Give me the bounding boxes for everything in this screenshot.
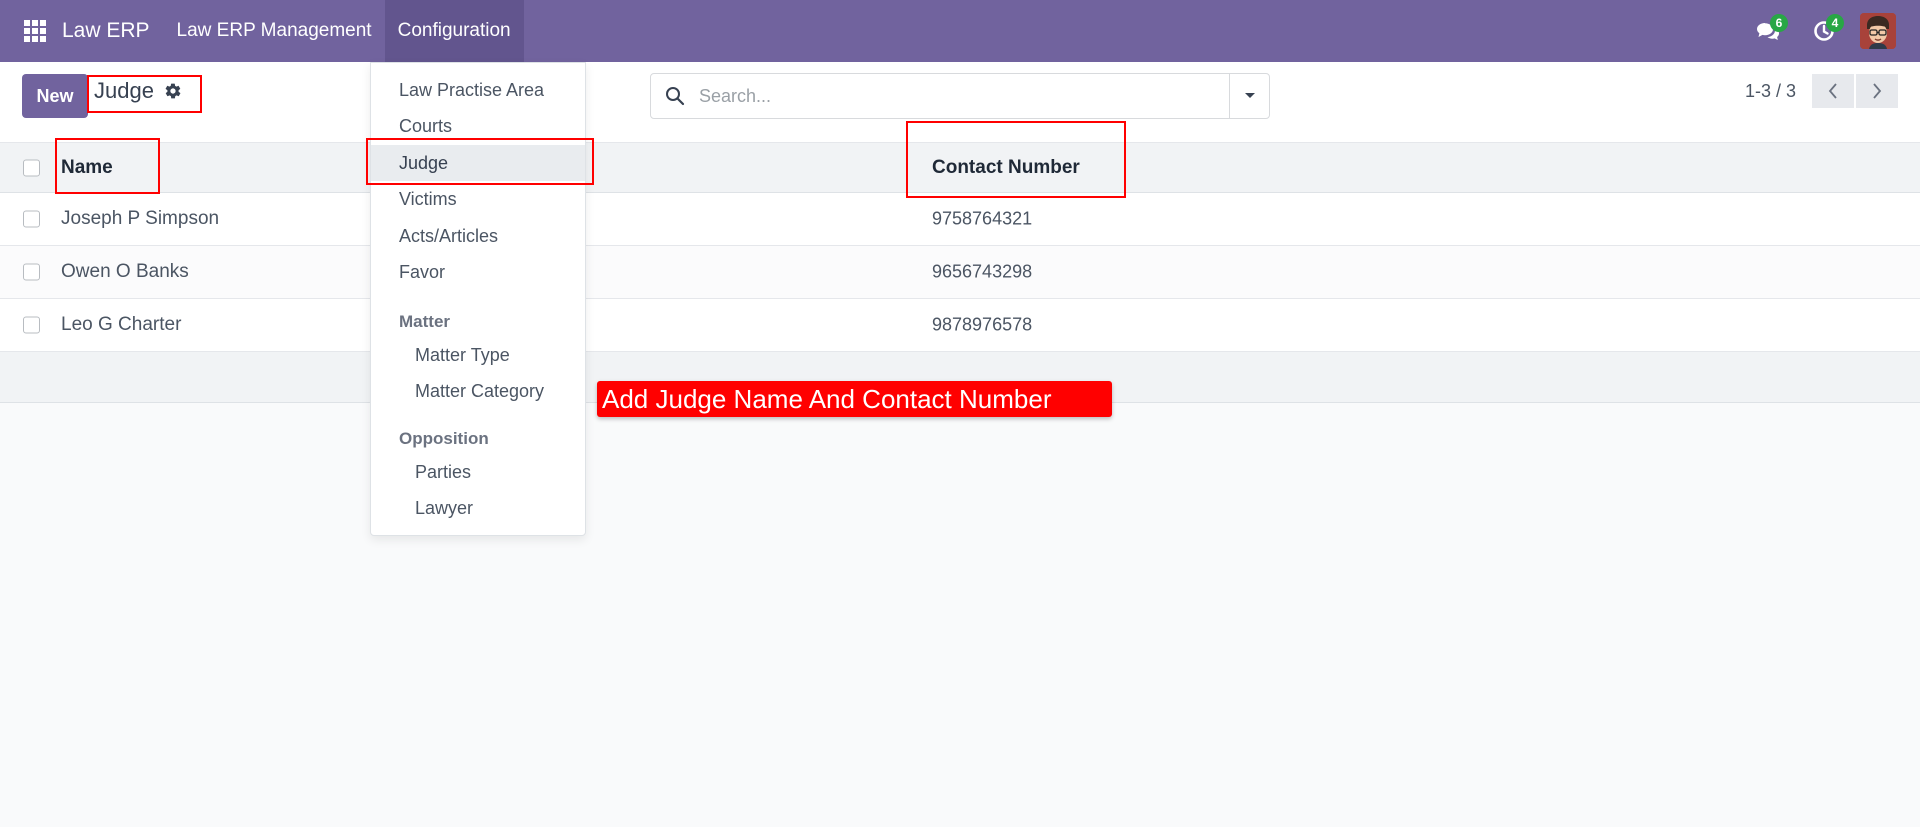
pager-previous-button[interactable] bbox=[1812, 74, 1854, 108]
menu-law-erp-management[interactable]: Law ERP Management bbox=[164, 0, 385, 62]
pager-value[interactable]: 1-3 / 3 bbox=[1745, 81, 1796, 102]
highlight-box-breadcrumb bbox=[87, 75, 202, 113]
caret-down-icon bbox=[1244, 93, 1255, 98]
select-all-checkbox[interactable] bbox=[23, 159, 40, 176]
user-avatar[interactable] bbox=[1860, 13, 1896, 49]
activities-button[interactable]: 4 bbox=[1796, 0, 1852, 62]
menu-configuration[interactable]: Configuration bbox=[384, 0, 524, 62]
top-navbar: Law ERP Law ERP Management Configuration… bbox=[0, 0, 1920, 62]
menu-section-matter: Matter bbox=[399, 312, 451, 331]
row-checkbox[interactable] bbox=[23, 263, 40, 281]
cell-name: Owen O Banks bbox=[61, 261, 189, 282]
activities-count-badge: 4 bbox=[1826, 14, 1844, 32]
search-bar bbox=[650, 73, 1270, 119]
cell-contact-number: 9656743298 bbox=[932, 261, 1033, 282]
menu-item-favor[interactable]: Favor bbox=[371, 254, 585, 290]
cell-name: Leo G Charter bbox=[61, 314, 182, 335]
menu-item-acts-articles[interactable]: Acts/Articles bbox=[371, 218, 585, 254]
annotation-callout: Add Judge Name And Contact Number bbox=[597, 381, 1112, 417]
apps-menu-icon[interactable] bbox=[0, 0, 70, 62]
cell-name: Joseph P Simpson bbox=[61, 208, 220, 229]
pager-next-button[interactable] bbox=[1856, 74, 1898, 108]
messages-button[interactable]: 6 bbox=[1740, 0, 1796, 62]
row-checkbox[interactable] bbox=[23, 316, 40, 334]
menu-item-matter-category[interactable]: Matter Category bbox=[371, 373, 585, 409]
row-checkbox[interactable] bbox=[23, 210, 40, 228]
menu-item-lawyer[interactable]: Lawyer bbox=[371, 490, 585, 526]
menu-item-matter-type[interactable]: Matter Type bbox=[371, 337, 585, 373]
highlight-box-name-column bbox=[55, 138, 160, 194]
search-options-toggle[interactable] bbox=[1229, 74, 1269, 118]
table-row[interactable]: Owen O Banks 9656743298 bbox=[0, 246, 1920, 299]
chevron-right-icon bbox=[1873, 83, 1882, 99]
avatar-face-icon bbox=[1860, 13, 1896, 49]
chevron-left-icon bbox=[1828, 83, 1837, 99]
highlight-box-judge-menu bbox=[366, 138, 594, 185]
pager: 1-3 / 3 bbox=[1745, 74, 1898, 108]
configuration-dropdown-menu: Law Practise Area Courts Judge Victims A… bbox=[370, 62, 586, 536]
search-input[interactable] bbox=[699, 85, 1229, 107]
app-name[interactable]: Law ERP bbox=[62, 0, 164, 62]
cell-contact-number: 9878976578 bbox=[932, 314, 1033, 335]
menu-item-law-practise-area[interactable]: Law Practise Area bbox=[371, 72, 585, 108]
new-button[interactable]: New bbox=[22, 74, 88, 118]
cell-contact-number: 9758764321 bbox=[932, 208, 1033, 229]
search-icon bbox=[651, 86, 699, 106]
menu-section-opposition: Opposition bbox=[399, 429, 489, 448]
menu-item-parties[interactable]: Parties bbox=[371, 454, 585, 490]
messages-count-badge: 6 bbox=[1770, 14, 1788, 32]
table-row[interactable]: Leo G Charter 9878976578 bbox=[0, 299, 1920, 352]
highlight-box-contact-column bbox=[906, 121, 1126, 198]
table-row[interactable]: Joseph P Simpson 9758764321 bbox=[0, 193, 1920, 246]
menu-item-victims[interactable]: Victims bbox=[371, 181, 585, 217]
